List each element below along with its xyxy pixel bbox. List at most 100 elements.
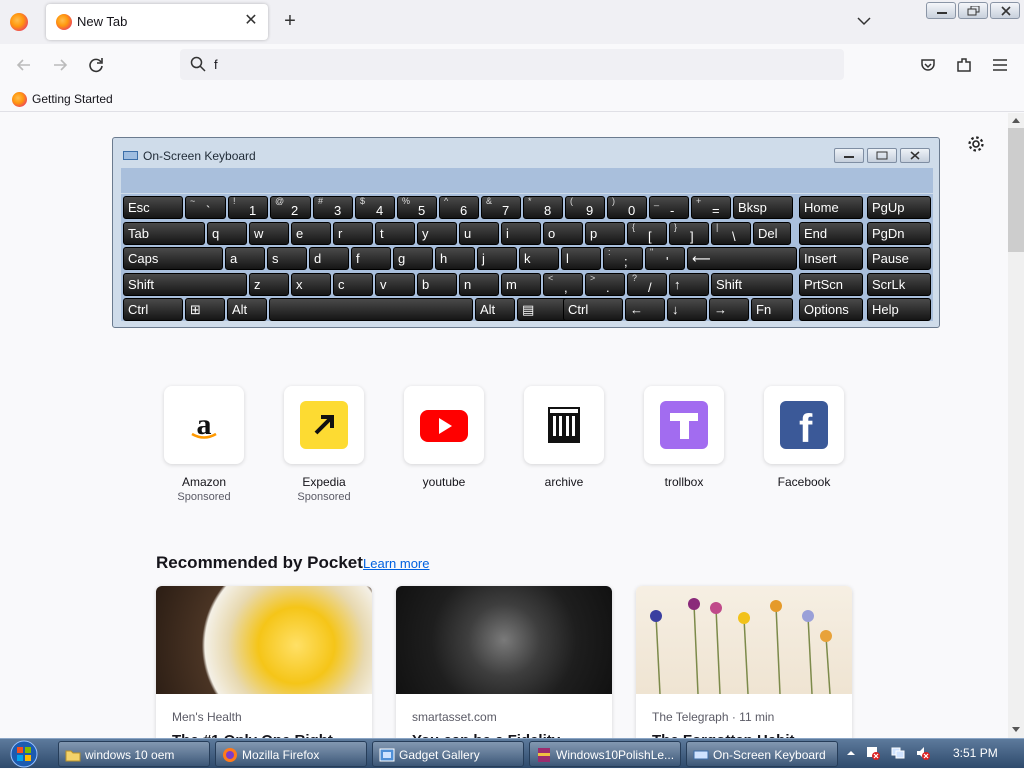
pocket-icon[interactable]: [917, 54, 939, 76]
osk-key-Del[interactable]: Del: [753, 222, 791, 245]
pocket-card[interactable]: smartasset.comYou can be a Fidelity: [396, 586, 612, 746]
osk-key-f[interactable]: f: [351, 247, 391, 270]
osk-key-;[interactable]: :;: [603, 247, 643, 270]
osk-key-Pause[interactable]: Pause: [867, 247, 931, 270]
osk-key-5[interactable]: % 5: [397, 196, 437, 219]
osk-key-Help[interactable]: Help: [867, 298, 931, 321]
osk-key-.[interactable]: >.: [585, 273, 625, 296]
bookmark-getting-started[interactable]: Getting Started: [32, 92, 113, 106]
shortcut-archive[interactable]: [524, 386, 604, 464]
osk-key-→[interactable]: →: [709, 298, 749, 321]
osk-key-u[interactable]: u: [459, 222, 499, 245]
osk-key-2[interactable]: @2: [270, 196, 311, 219]
volume-icon[interactable]: [916, 746, 930, 760]
osk-restore-button[interactable]: [867, 148, 897, 163]
address-bar[interactable]: f: [180, 49, 844, 80]
osk-key-Alt[interactable]: Alt: [475, 298, 515, 321]
osk-key-ScrLk[interactable]: ScrLk: [867, 273, 931, 296]
shortcut-trollbox[interactable]: [644, 386, 724, 464]
osk-key-=[interactable]: + =: [691, 196, 731, 219]
osk-key-c[interactable]: c: [333, 273, 373, 296]
osk-key-v[interactable]: v: [375, 273, 415, 296]
shortcut-facebook[interactable]: f: [764, 386, 844, 464]
pocket-card[interactable]: The Telegraph · 11 minThe Forgotten Habi…: [636, 586, 852, 746]
osk-key-7[interactable]: & 7: [481, 196, 521, 219]
osk-key-r[interactable]: r: [333, 222, 373, 245]
osk-key-End[interactable]: End: [799, 222, 863, 245]
shortcut-label[interactable]: trollbox: [624, 475, 744, 489]
scrollbar-thumb[interactable]: [1008, 128, 1024, 252]
osk-key-Shift[interactable]: Shift: [123, 273, 247, 296]
osk-key-Shift[interactable]: Shift: [711, 273, 793, 296]
osk-key-Caps[interactable]: Caps: [123, 247, 223, 270]
taskbar-item[interactable]: windows 10 oem: [58, 741, 210, 767]
tab-new-tab[interactable]: New Tab ✕: [46, 4, 268, 40]
osk-key-⊞[interactable]: ⊞: [185, 298, 225, 321]
minimize-window-button[interactable]: [926, 2, 956, 19]
osk-key-n[interactable]: n: [459, 273, 499, 296]
forward-arrow-icon[interactable]: [49, 54, 71, 76]
osk-key-Tab[interactable]: Tab: [123, 222, 205, 245]
osk-key-Insert[interactable]: Insert: [799, 247, 863, 270]
address-input[interactable]: f: [214, 57, 218, 72]
osk-key-PgDn[interactable]: PgDn: [867, 222, 931, 245]
osk-key-Bksp[interactable]: Bksp: [733, 196, 793, 219]
osk-key-o[interactable]: o: [543, 222, 583, 245]
pocket-card[interactable]: Men's HealthThe #1 Only One Right: [156, 586, 372, 746]
reload-icon[interactable]: [85, 54, 107, 76]
shortcut-label[interactable]: Amazon: [144, 475, 264, 489]
osk-key-0[interactable]: ) 0: [607, 196, 647, 219]
osk-key-g[interactable]: g: [393, 247, 433, 270]
osk-key-,[interactable]: <,: [543, 273, 583, 296]
osk-key--[interactable]: _ -: [649, 196, 689, 219]
shortcut-youtube[interactable]: [404, 386, 484, 464]
osk-key-l[interactable]: l: [561, 247, 601, 270]
osk-key-↓[interactable]: ↓: [667, 298, 707, 321]
menu-hamburger-icon[interactable]: [989, 54, 1011, 76]
osk-key-t[interactable]: t: [375, 222, 415, 245]
shortcut-label[interactable]: youtube: [384, 475, 504, 489]
gear-icon[interactable]: [966, 134, 986, 154]
osk-key-b[interactable]: b: [417, 273, 457, 296]
osk-key-1[interactable]: ! 1: [228, 196, 268, 219]
taskbar-item[interactable]: Mozilla Firefox: [215, 741, 367, 767]
taskbar-item[interactable]: Gadget Gallery: [372, 741, 524, 767]
taskbar-clock[interactable]: 3:51 PM: [953, 746, 998, 760]
osk-key-\[interactable]: | \: [711, 222, 751, 245]
osk-key-y[interactable]: y: [417, 222, 457, 245]
osk-key-p[interactable]: p: [585, 222, 625, 245]
scroll-up-icon[interactable]: [1012, 117, 1020, 123]
extensions-icon[interactable]: [953, 54, 975, 76]
osk-key-d[interactable]: d: [309, 247, 349, 270]
osk-key-space[interactable]: [269, 298, 473, 321]
back-arrow-icon[interactable]: [13, 54, 35, 76]
show-hidden-icons-icon[interactable]: [846, 748, 856, 758]
action-center-icon[interactable]: [866, 746, 880, 760]
osk-key-Alt[interactable]: Alt: [227, 298, 267, 321]
osk-key-8[interactable]: * 8: [523, 196, 563, 219]
osk-key-q[interactable]: q: [207, 222, 247, 245]
shortcut-label[interactable]: Expedia: [264, 475, 384, 489]
osk-key-`[interactable]: ~ `: [185, 196, 226, 219]
osk-key-⟵[interactable]: ⟵: [687, 247, 797, 270]
osk-key-PrtScn[interactable]: PrtScn: [799, 273, 863, 296]
shortcut-expedia[interactable]: [284, 386, 364, 464]
osk-key-Ctrl[interactable]: Ctrl: [123, 298, 183, 321]
restore-window-button[interactable]: [958, 2, 988, 19]
osk-key-z[interactable]: z: [249, 273, 289, 296]
osk-close-button[interactable]: [900, 148, 930, 163]
osk-key-4[interactable]: $4: [355, 196, 395, 219]
tab-close-icon[interactable]: ✕: [242, 12, 260, 30]
osk-key-[[interactable]: {[: [627, 222, 667, 245]
shortcut-label[interactable]: archive: [504, 475, 624, 489]
osk-key-Options[interactable]: Options: [799, 298, 863, 321]
osk-key-h[interactable]: h: [435, 247, 475, 270]
osk-key-x[interactable]: x: [291, 273, 331, 296]
osk-key-a[interactable]: a: [225, 247, 265, 270]
start-button[interactable]: [3, 739, 45, 769]
osk-key-'[interactable]: " ': [645, 247, 685, 270]
osk-key-←[interactable]: ←: [625, 298, 665, 321]
firefox-view-icon[interactable]: [10, 13, 28, 31]
osk-key-e[interactable]: e: [291, 222, 331, 245]
osk-key-9[interactable]: (9: [565, 196, 605, 219]
